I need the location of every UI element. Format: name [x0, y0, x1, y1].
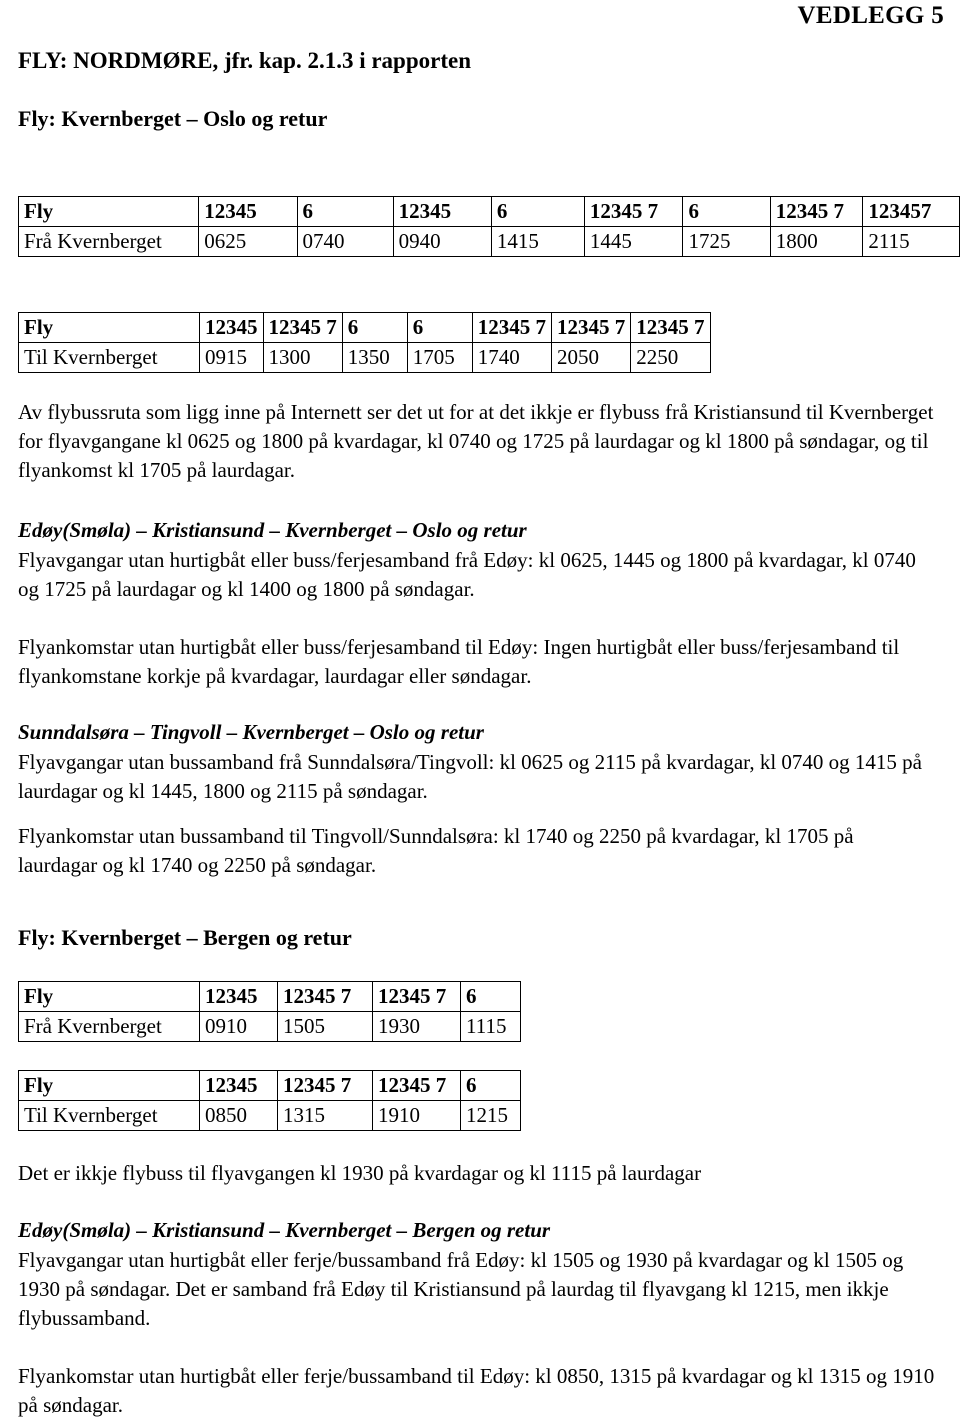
paragraph-edoy-bergen-arrivals: Flyankomstar utan hurtigbåt eller ferje/…	[18, 1364, 935, 1417]
cell-time: 1315	[277, 1100, 373, 1131]
paragraph-bergen-flybuss: Det er ikkje flybuss til flyavgangen kl …	[18, 1161, 702, 1185]
cell-time: 1740	[471, 342, 553, 373]
cell-row-label: Frå Kvernberget	[17, 226, 200, 257]
cell-days: 12345 7	[471, 312, 553, 343]
cell-time: 1725	[682, 226, 771, 257]
cell-days: 12345 7	[630, 312, 711, 343]
cell-days: 12345	[199, 312, 264, 343]
cell-time: 1910	[372, 1100, 461, 1131]
cell-time: 0740	[296, 226, 394, 257]
cell-days: 6	[341, 312, 408, 343]
cell-time: 1350	[341, 342, 408, 373]
cell-time: 0625	[198, 226, 298, 257]
table-row: Frå Kvernberget 0625 0740 0940 1415 1445…	[17, 226, 960, 257]
cell-days: 6	[406, 312, 473, 343]
section-heading-bergen: Fly: Kvernberget – Bergen og retur	[18, 925, 352, 950]
table-row: Til Kvernberget 0850 1315 1910 1215	[18, 1100, 521, 1131]
cell-time: 0915	[199, 342, 264, 373]
cell-row-label: Fly	[18, 981, 200, 1012]
table-row: Frå Kvernberget 0910 1505 1930 1115	[18, 1011, 521, 1042]
cell-time: 0940	[392, 226, 492, 257]
cell-days: 6	[490, 196, 585, 227]
cell-time: 2050	[550, 342, 632, 373]
table-row-header: Fly 12345 12345 7 12345 7 6	[18, 1070, 521, 1101]
document-title: FLY: NORDMØRE, jfr. kap. 2.1.3 i rapport…	[18, 48, 472, 73]
cell-days: 6	[682, 196, 771, 227]
cell-days: 12345 7	[277, 981, 373, 1012]
cell-row-label: Fly	[17, 196, 200, 227]
table-row-header: Fly 12345 12345 7 6 6 12345 7 12345 7 12…	[18, 312, 711, 343]
table-row: Til Kvernberget 0915 1300 1350 1705 1740…	[18, 342, 711, 373]
paragraph-edoy-bergen-departures: Flyavgangar utan hurtigbåt eller ferje/b…	[18, 1248, 904, 1330]
table-departures-bergen: Fly 12345 12345 7 12345 7 6 Frå Kvernber…	[18, 981, 521, 1042]
paragraph-sunndalsora-departures: Flyavgangar utan bussamband frå Sunndals…	[18, 750, 922, 803]
cell-days: 12345 7	[262, 312, 343, 343]
subheading-edoy-bergen: Edøy(Smøla) – Kristiansund – Kvernberget…	[18, 1218, 551, 1242]
section-heading-oslo: Fly: Kvernberget – Oslo og retur	[18, 106, 328, 131]
cell-time: 2115	[862, 226, 960, 257]
cell-days: 12345 7	[277, 1070, 373, 1101]
cell-row-label: Til Kvernberget	[18, 1100, 200, 1131]
cell-row-label: Frå Kvernberget	[18, 1011, 200, 1042]
cell-time: 1505	[277, 1011, 373, 1042]
appendix-label: VEDLEGG 5	[797, 2, 944, 29]
paragraph-flybuss-oslo: Av flybussruta som ligg inne på Internet…	[18, 400, 934, 482]
paragraph-edoy-oslo-departures: Flyavgangar utan hurtigbåt eller buss/fe…	[18, 548, 916, 601]
cell-time: 0850	[199, 1100, 278, 1131]
cell-time: 2250	[630, 342, 711, 373]
cell-days: 12345	[198, 196, 298, 227]
cell-time: 1300	[262, 342, 343, 373]
cell-days: 6	[296, 196, 394, 227]
cell-time: 1930	[372, 1011, 461, 1042]
table-row-header: Fly 12345 12345 7 12345 7 6	[18, 981, 521, 1012]
cell-row-label: Fly	[18, 1070, 200, 1101]
cell-time: 1415	[490, 226, 585, 257]
cell-days: 12345 7	[372, 1070, 461, 1101]
cell-time: 1445	[583, 226, 684, 257]
cell-days: 12345	[199, 981, 278, 1012]
paragraph-edoy-oslo-arrivals: Flyankomstar utan hurtigbåt eller buss/f…	[18, 635, 900, 688]
table-departures-oslo: Fly 12345 6 12345 6 12345 7 6 12345 7 12…	[17, 196, 960, 257]
cell-row-label: Fly	[18, 312, 200, 343]
cell-days: 12345 7	[550, 312, 632, 343]
cell-days: 12345 7	[372, 981, 461, 1012]
cell-days: 6	[460, 981, 521, 1012]
cell-time: 0910	[199, 1011, 278, 1042]
cell-row-label: Til Kvernberget	[18, 342, 200, 373]
cell-time: 1215	[460, 1100, 521, 1131]
cell-days: 12345	[392, 196, 492, 227]
document-page: VEDLEGG 5 FLY: NORDMØRE, jfr. kap. 2.1.3…	[0, 0, 960, 1418]
cell-time: 1115	[460, 1011, 521, 1042]
table-arrivals-bergen: Fly 12345 12345 7 12345 7 6 Til Kvernber…	[18, 1070, 521, 1131]
cell-time: 1705	[406, 342, 473, 373]
cell-days: 6	[460, 1070, 521, 1101]
cell-days: 123457	[862, 196, 960, 227]
paragraph-sunndalsora-arrivals: Flyankomstar utan bussamband til Tingvol…	[18, 824, 854, 877]
subheading-sunndalsora: Sunndalsøra – Tingvoll – Kvernberget – O…	[18, 720, 484, 744]
cell-days: 12345 7	[769, 196, 864, 227]
subheading-edoy-oslo: Edøy(Smøla) – Kristiansund – Kvernberget…	[18, 518, 527, 542]
cell-days: 12345	[199, 1070, 278, 1101]
cell-days: 12345 7	[583, 196, 684, 227]
cell-time: 1800	[769, 226, 864, 257]
table-arrivals-oslo: Fly 12345 12345 7 6 6 12345 7 12345 7 12…	[18, 312, 711, 373]
table-row-header: Fly 12345 6 12345 6 12345 7 6 12345 7 12…	[17, 196, 960, 227]
